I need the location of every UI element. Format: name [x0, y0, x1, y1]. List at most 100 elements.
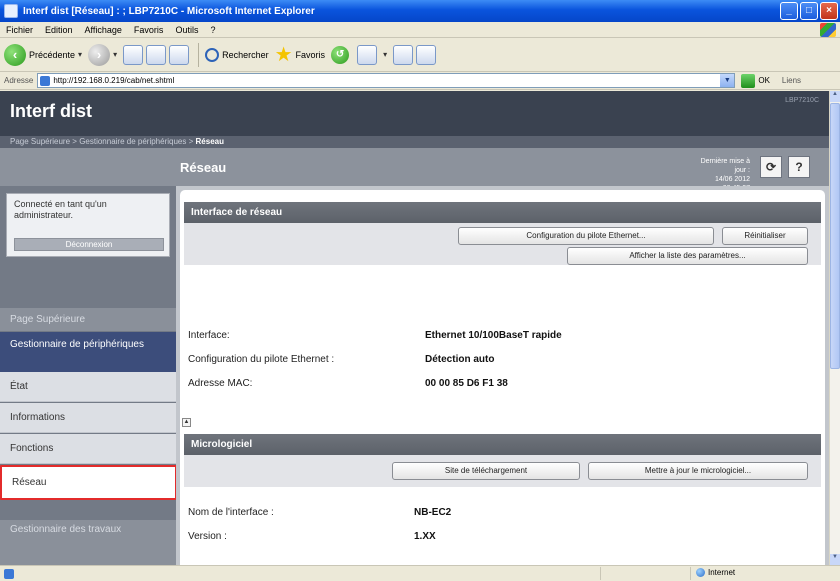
interface-name-label: Nom de l'interface :	[188, 507, 274, 518]
scrollbar-thumb[interactable]	[830, 103, 840, 369]
address-input[interactable]: http://192.168.0.219/cab/net.shtml ▼	[37, 73, 736, 88]
star-icon: ★	[274, 43, 293, 66]
sidebar-item-network[interactable]: Réseau	[0, 465, 177, 500]
help-button[interactable]: ?	[788, 156, 810, 178]
sidebar-item-top-page[interactable]: Page Supérieure	[0, 308, 176, 331]
main-panel: Interface de réseau Configuration du pil…	[176, 186, 829, 565]
show-params-button[interactable]: Afficher la liste des paramètres...	[567, 247, 808, 265]
maximize-button[interactable]: □	[800, 2, 818, 20]
interface-name-value: NB-EC2	[414, 507, 452, 518]
refresh-page-icon[interactable]	[146, 44, 167, 65]
menu-favorites[interactable]: Favoris	[134, 25, 164, 35]
history-icon[interactable]: ↺	[331, 45, 350, 64]
page-title: Réseau	[180, 160, 227, 175]
search-button[interactable]: Rechercher	[205, 47, 269, 62]
scroll-down-icon[interactable]: ▼	[830, 554, 840, 565]
breadcrumb-link-device-manager[interactable]: Gestionnaire de périphériques	[79, 137, 186, 146]
sidebar-item-functions[interactable]: Fonctions	[0, 434, 176, 464]
print-icon[interactable]	[393, 44, 414, 65]
breadcrumb: Page Supérieure > Gestionnaire de périph…	[0, 136, 829, 148]
favorites-label: Favoris	[295, 49, 326, 60]
windows-logo-icon	[820, 23, 836, 37]
back-arrow-icon: ‹	[4, 43, 26, 66]
ie-status-icon	[4, 568, 14, 579]
vertical-scrollbar[interactable]: ▲ ▼	[829, 91, 840, 565]
last-update-label: Dernière mise à jour :	[700, 158, 750, 174]
menu-bar: Fichier Edition Affichage Favoris Outils…	[0, 22, 840, 38]
mac-address-value: 00 00 85 D6 F1 38	[425, 378, 508, 389]
go-arrow-icon[interactable]	[741, 73, 756, 88]
collapse-icon[interactable]: ▲	[182, 418, 191, 427]
content-area: Interface de réseau Configuration du pil…	[180, 190, 825, 565]
address-url: http://192.168.0.219/cab/net.shtml	[53, 76, 175, 85]
breadcrumb-current: Réseau	[195, 137, 224, 146]
menu-edit[interactable]: Edition	[45, 25, 73, 35]
menu-tools[interactable]: Outils	[175, 25, 198, 35]
browser-toolbar: ‹ Précédente ▾ › ▾ Rechercher ★ Favoris …	[0, 38, 840, 72]
download-site-button[interactable]: Site de téléchargement	[392, 462, 580, 480]
go-button[interactable]: OK	[758, 76, 770, 85]
home-icon[interactable]	[169, 44, 190, 65]
login-box: Connecté en tant qu'un administrateur. D…	[6, 193, 170, 257]
status-divider	[600, 567, 601, 580]
logout-button[interactable]: Déconnexion	[14, 238, 164, 251]
sidebar-item-device-manager[interactable]: Gestionnaire de périphériques	[0, 332, 176, 372]
address-label: Adresse	[4, 76, 34, 85]
mail-dropdown-icon[interactable]: ▾	[383, 50, 387, 59]
mail-icon[interactable]	[357, 44, 378, 65]
reset-button[interactable]: Réinitialiser	[722, 227, 808, 245]
ethernet-config-button[interactable]: Configuration du pilote Ethernet...	[458, 227, 714, 245]
search-label: Rechercher	[222, 49, 269, 60]
interface-label: Interface:	[188, 330, 230, 341]
edit-icon[interactable]	[416, 44, 437, 65]
status-divider	[690, 567, 691, 580]
status-bar: Internet	[0, 565, 840, 581]
globe-icon	[696, 568, 705, 577]
network-section-heading: Interface de réseau	[184, 202, 821, 223]
version-value: 1.XX	[414, 531, 436, 542]
version-label: Version :	[188, 531, 227, 542]
forward-arrow-icon: ›	[88, 43, 111, 66]
scroll-up-icon[interactable]: ▲	[830, 91, 840, 102]
search-icon	[205, 47, 220, 62]
site-title: Interf dist	[10, 101, 93, 121]
sidebar: Connecté en tant qu'un administrateur. D…	[0, 186, 177, 565]
stop-icon[interactable]	[123, 44, 144, 65]
sidebar-item-information[interactable]: Informations	[0, 403, 176, 433]
ie-app-icon	[4, 4, 18, 18]
back-dropdown-icon[interactable]: ▾	[78, 50, 82, 59]
page-viewport: Interf dist LBP7210C Page Supérieure > G…	[0, 91, 829, 565]
update-firmware-button[interactable]: Mettre à jour le micrologiciel...	[588, 462, 808, 480]
page-title-band: Réseau Dernière mise à jour : 14/06 2012…	[0, 148, 829, 192]
window-title: Interf dist [Réseau] : ; LBP7210C - Micr…	[23, 5, 315, 17]
window-controls: _ □ ×	[780, 2, 838, 20]
menu-view[interactable]: Affichage	[85, 25, 122, 35]
site-header: Interf dist LBP7210C	[0, 91, 829, 136]
close-button[interactable]: ×	[820, 2, 838, 20]
window-titlebar: Interf dist [Réseau] : ; LBP7210C - Micr…	[0, 0, 840, 22]
toolbar-divider	[198, 42, 200, 67]
zone-label: Internet	[708, 568, 736, 577]
interface-value: Ethernet 10/100BaseT rapide	[425, 330, 562, 341]
firmware-section-heading: Micrologiciel	[184, 434, 821, 455]
links-label[interactable]: Liens	[782, 76, 801, 85]
refresh-icon: ⟳	[765, 160, 777, 174]
minimize-button[interactable]: _	[780, 2, 798, 20]
menu-help[interactable]: ?	[210, 25, 215, 35]
forward-dropdown-icon[interactable]: ▾	[113, 50, 117, 59]
address-dropdown-icon[interactable]: ▼	[720, 74, 735, 87]
sidebar-item-status[interactable]: État	[0, 372, 176, 402]
menu-file[interactable]: Fichier	[6, 25, 33, 35]
security-zone: Internet	[696, 568, 735, 577]
refresh-button[interactable]: ⟳	[760, 156, 782, 178]
device-name: LBP7210C	[785, 97, 819, 104]
sidebar-item-job-manager[interactable]: Gestionnaire des travaux	[0, 520, 176, 565]
favorites-button[interactable]: ★ Favoris	[275, 45, 325, 65]
login-status: Connecté en tant qu'un administrateur.	[14, 199, 107, 220]
back-button[interactable]: ‹ Précédente ▾	[4, 43, 82, 66]
address-bar: Adresse http://192.168.0.219/cab/net.sht…	[0, 72, 840, 90]
page-icon	[40, 75, 51, 86]
forward-button[interactable]: › ▾	[88, 43, 117, 66]
network-button-area: Configuration du pilote Ethernet... Réin…	[184, 223, 821, 265]
breadcrumb-link-top[interactable]: Page Supérieure	[10, 137, 70, 146]
